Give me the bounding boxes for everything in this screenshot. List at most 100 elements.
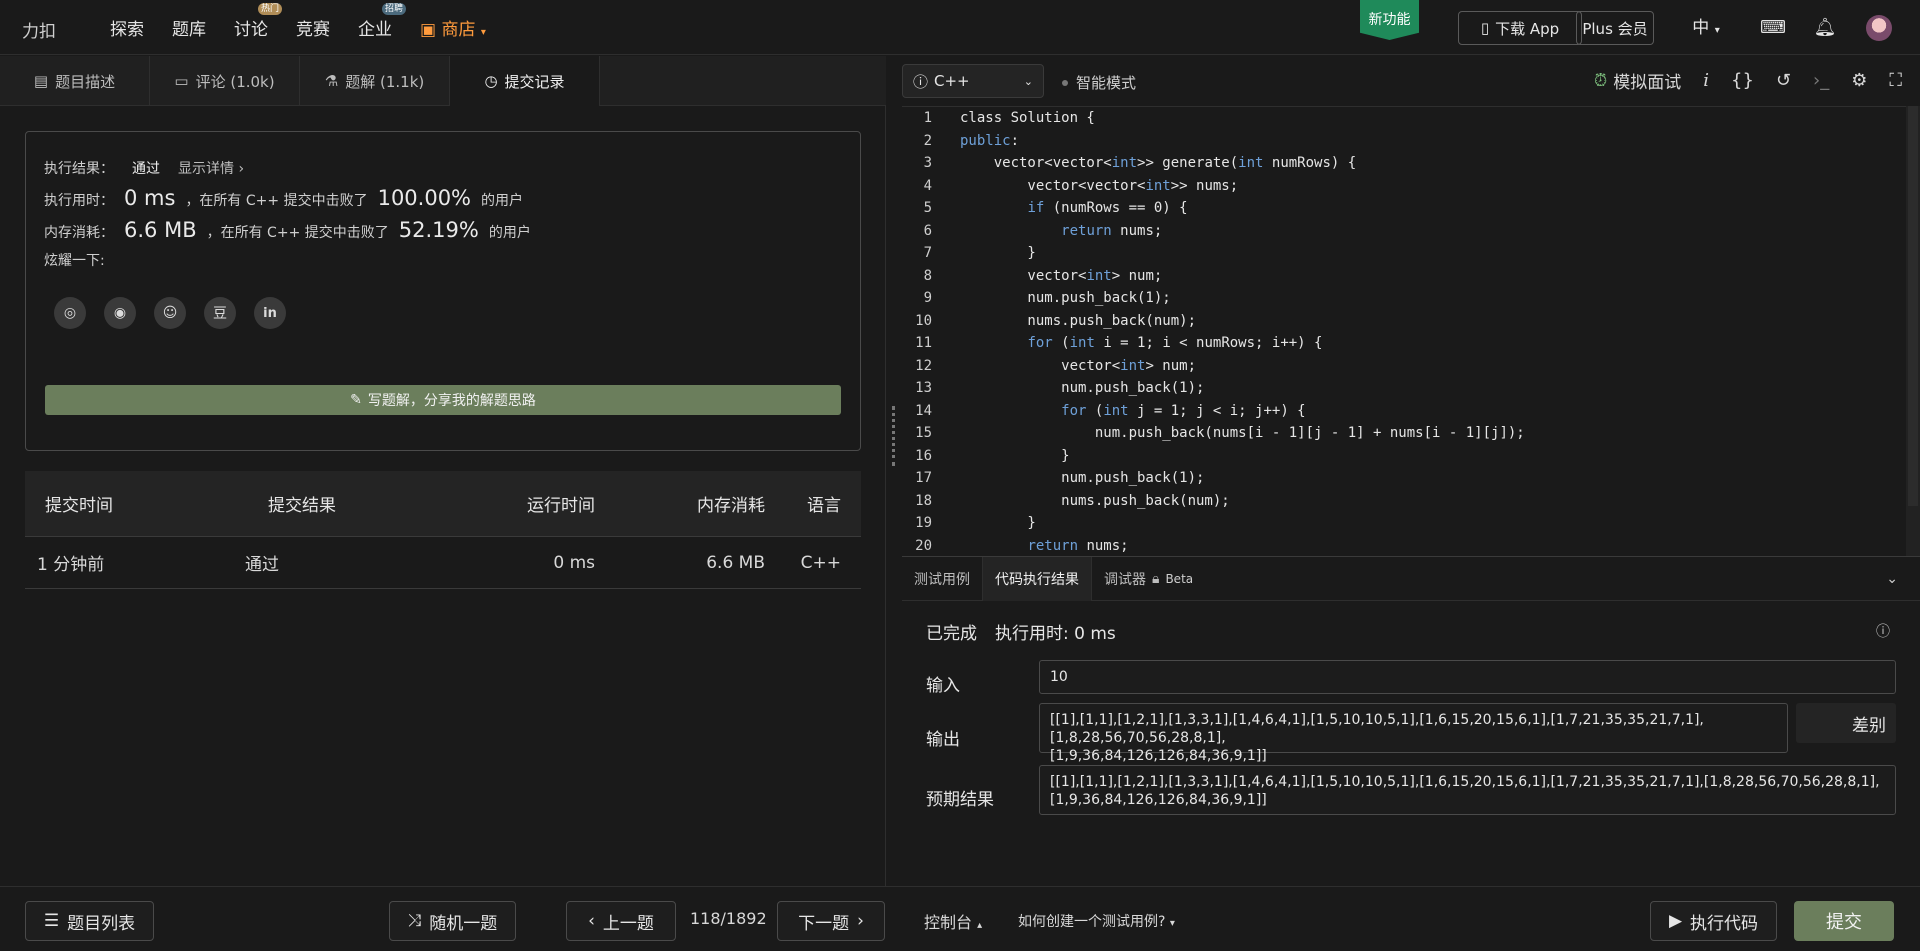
linkedin-icon[interactable]: in (254, 297, 286, 329)
nav-contest[interactable]: 竞赛 (296, 15, 330, 40)
tab-debugger[interactable]: 调试器 🔒︎ Beta (1092, 557, 1205, 601)
wechat-icon[interactable]: ◎ (54, 297, 86, 329)
code-line[interactable]: 4 vector<vector<int>> nums; (902, 175, 1906, 198)
write-solution-button[interactable]: ✎ 写题解，分享我的解题思路 (45, 385, 841, 415)
line-number: 16 (915, 447, 932, 464)
reset-icon[interactable]: ↺ (1776, 70, 1791, 91)
chevron-down-icon: ▾ (1714, 25, 1720, 36)
expected-value: [[1],[1,1],[1,2,1],[1,3,3,1],[1,4,6,4,1]… (1039, 765, 1896, 815)
code-editor[interactable]: 1 class Solution {2 public: 3 vector<vector… (902, 106, 1906, 556)
alarm-clock-icon: ⏰︎ (1594, 70, 1608, 91)
code-text: for (int i = 1; i < numRows; i++) { (1027, 335, 1323, 352)
console-prompt-icon[interactable]: ›_ (1813, 70, 1829, 91)
code-line[interactable]: 15 num.push_back(nums[i - 1][j - 1] + nu… (902, 422, 1906, 445)
code-line[interactable]: 16 } (902, 445, 1906, 468)
nav-explore[interactable]: 探索 (110, 15, 144, 40)
nav-store[interactable]: ▣ 商店 ▾ (420, 15, 486, 40)
code-line[interactable]: 17 num.push_back(1); (902, 467, 1906, 490)
drag-handle[interactable] (892, 406, 895, 466)
scrollbar-thumb[interactable] (1908, 106, 1918, 506)
code-line[interactable]: 3 vector<vector<int>> generate(int numRo… (902, 152, 1906, 175)
braces-icon[interactable]: {} (1731, 70, 1754, 91)
memory-row: 内存消耗： 6.6 MB ，在所有 C++ 提交中击败了 52.19% 的用户 (44, 218, 531, 242)
code-line[interactable]: 14 for (int j = 1; j < i; j++) { (902, 400, 1906, 423)
info-icon: ⓘ (913, 72, 929, 91)
avatar[interactable] (1866, 15, 1892, 41)
pane-resizer[interactable] (886, 56, 902, 886)
logo[interactable]: 力扣 (22, 17, 56, 42)
code-text: nums.push_back(num); (960, 312, 1197, 329)
code-line[interactable]: 19 } (902, 512, 1906, 535)
code-line[interactable]: 13 num.push_back(1); (902, 377, 1906, 400)
diff-button[interactable]: 差别 (1796, 703, 1896, 743)
code-text: return nums; (1061, 222, 1163, 239)
memory-value: 6.6 MB (124, 218, 197, 242)
fullscreen-icon[interactable]: ⛶ (1889, 70, 1902, 91)
show-details-link[interactable]: 显示详情 › (178, 158, 244, 178)
chevron-down-icon: ▾ (1169, 918, 1175, 929)
code-line[interactable]: 18 nums.push_back(num); (902, 490, 1906, 513)
line-number: 17 (915, 470, 932, 487)
tab-comments[interactable]: ▭ 评论 (1.0k) (150, 56, 300, 106)
weibo-icon[interactable]: ◉ (104, 297, 136, 329)
table-row[interactable]: 1 分钟前 通过 0 ms 6.6 MB C++ (25, 537, 861, 589)
tab-description[interactable]: ▤ 题目描述 (0, 56, 150, 106)
line-number: 6 (923, 222, 932, 239)
language-switch[interactable]: 中 ▾ (1686, 15, 1726, 41)
nav-discuss[interactable]: 讨论 热门 (234, 3, 282, 40)
nav-enterprise[interactable]: 企业 招聘 (358, 3, 406, 40)
tab-testcase[interactable]: 测试用例 (902, 557, 983, 601)
language-select[interactable]: ⓘ C++ ⌄ (902, 64, 1044, 98)
run-code-button[interactable]: ▶ 执行代码 (1650, 901, 1777, 941)
help-icon[interactable]: ⓘ (1876, 621, 1890, 641)
code-text: nums.push_back(num); (960, 492, 1230, 509)
submit-button[interactable]: 提交 (1794, 901, 1894, 941)
random-problem-button[interactable]: ⤨ 随机一题 (389, 901, 516, 941)
how-to-create-testcase-link[interactable]: 如何创建一个测试用例? ▾ (1018, 911, 1175, 931)
smart-mode-toggle[interactable]: 智能模式 (1062, 72, 1136, 93)
tab-run-result[interactable]: 代码执行结果 (983, 557, 1092, 601)
line-number: 18 (915, 492, 932, 509)
qq-icon[interactable]: ☺ (154, 297, 186, 329)
code-line[interactable]: 7 } (902, 242, 1906, 265)
code-line[interactable]: 1 class Solution { (902, 107, 1906, 130)
bell-icon[interactable]: 🔔︎ (1812, 15, 1838, 41)
tab-solutions[interactable]: ⚗ 题解 (1.1k) (300, 56, 450, 106)
code-line[interactable]: 6 return nums; (902, 220, 1906, 243)
download-app-button[interactable]: ▯ 下载 App (1458, 11, 1582, 45)
runtime-row: 执行用时： 0 ms ，在所有 C++ 提交中击败了 100.00% 的用户 (44, 186, 524, 210)
pencil-icon: ✎ (350, 392, 362, 408)
code-text: public: (960, 132, 1020, 149)
terminal-icon[interactable]: ⌨ (1760, 15, 1786, 41)
console-toggle[interactable]: 控制台 ▴ (924, 909, 982, 933)
code-line[interactable]: 2 public: (902, 130, 1906, 153)
new-feature-badge[interactable]: 新功能 (1360, 0, 1419, 40)
page-indicator: 118/1892 (690, 909, 767, 928)
info-italic-icon[interactable]: i (1703, 70, 1709, 91)
prev-problem-button[interactable]: ‹ 上一题 (566, 901, 676, 941)
plus-member-button[interactable]: Plus 会员 (1576, 11, 1654, 45)
gear-icon[interactable]: ⚙ (1851, 70, 1867, 91)
mock-interview-button[interactable]: ⏰︎ 模拟面试 (1594, 68, 1681, 94)
code-text: } (960, 447, 1070, 464)
code-line[interactable]: 5 if (numRows == 0) { (902, 197, 1906, 220)
code-line[interactable]: 9 num.push_back(1); (902, 287, 1906, 310)
editor-scrollbar[interactable] (1906, 106, 1920, 556)
problem-list-button[interactable]: ☰ 题目列表 (25, 901, 154, 941)
nav-problems[interactable]: 题库 (172, 15, 206, 40)
document-icon: ▤ (33, 72, 49, 90)
line-number: 1 (923, 110, 932, 127)
code-line[interactable]: 12 vector<int> num; (902, 355, 1906, 378)
next-problem-button[interactable]: 下一题 › (777, 901, 885, 941)
play-icon: ▶ (1668, 911, 1683, 931)
code-line[interactable]: 8 vector<int> num; (902, 265, 1906, 288)
code-line[interactable]: 10 nums.push_back(num); (902, 310, 1906, 333)
douban-icon[interactable]: 豆 (204, 297, 236, 329)
tab-submissions[interactable]: ◷ 提交记录 (450, 56, 600, 106)
collapse-console-icon[interactable]: ⌄ (1886, 557, 1920, 600)
line-number: 7 (923, 245, 932, 262)
code-text: num.push_back(1); (960, 380, 1205, 397)
code-line[interactable]: 11 for (int i = 1; i < numRows; i++) { (902, 332, 1906, 355)
code-line[interactable]: 20 return nums; (902, 535, 1906, 557)
expected-label: 预期结果 (926, 790, 994, 810)
